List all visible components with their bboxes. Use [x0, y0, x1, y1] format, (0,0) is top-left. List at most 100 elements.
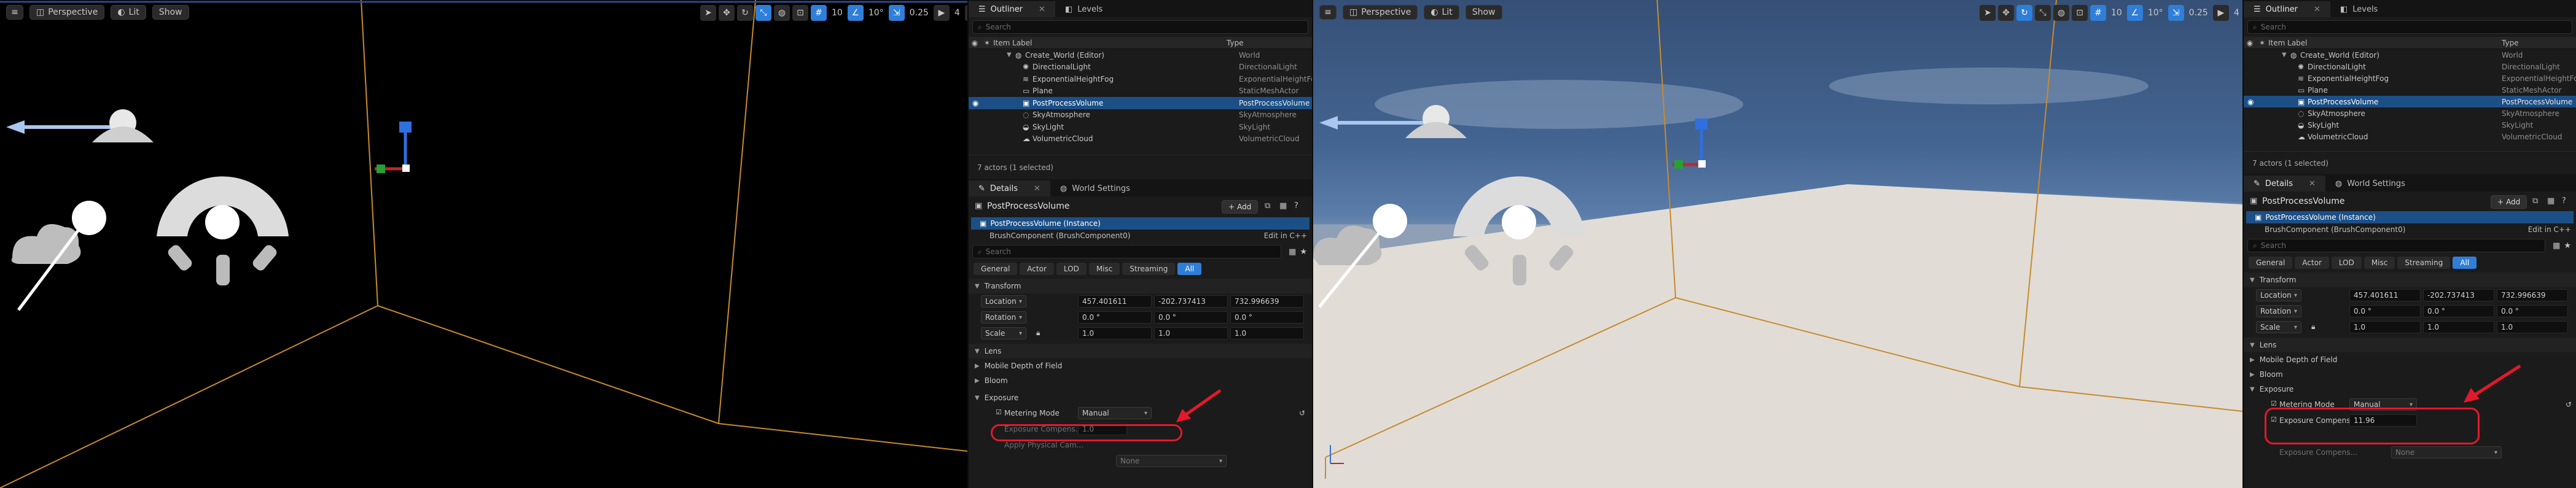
section-bloom[interactable]: ▶ Bloom	[969, 373, 1312, 388]
tree-row[interactable]: ▼ ◍ Create_World (Editor) World	[2244, 49, 2576, 61]
tab-outliner[interactable]: ☰ Outliner ✕	[969, 1, 1055, 17]
viewport-left[interactable]: ≡ ◫ Perspective ◐ Lit Show ➤ ✥ ↻ ⤡ ◍ ⊡ #…	[0, 0, 967, 488]
tree-row[interactable]: ≋ ExponentialHeightFog ExponentialHeight…	[969, 73, 1312, 85]
lock-icon[interactable]: 🔒︎	[2311, 322, 2315, 331]
lit-button[interactable]: ◐ Lit	[1424, 5, 1459, 20]
section-lens[interactable]: ▼ Lens	[969, 344, 1312, 358]
tree-row[interactable]: ▭ Plane StaticMeshActor	[2244, 84, 2576, 96]
close-icon[interactable]: ✕	[1034, 184, 1040, 193]
rotation-x-field[interactable]: 0.0 °	[2349, 305, 2421, 317]
rotation-z-field[interactable]: 0.0 °	[2497, 305, 2568, 317]
curve-dropdown[interactable]: None ▾	[2391, 446, 2502, 459]
column-type[interactable]: Type	[1227, 39, 1244, 47]
actor-name[interactable]: PostProcessVolume	[2262, 196, 2344, 206]
edit-cpp-link[interactable]: Edit in C++	[2528, 225, 2571, 234]
column-type[interactable]: Type	[2502, 39, 2519, 47]
tab-levels[interactable]: ◧ Levels	[2330, 1, 2387, 17]
favorite-icon[interactable]: ★	[2564, 241, 2571, 250]
scale-snap-icon[interactable]: ⇲	[2168, 5, 2184, 21]
tab-outliner[interactable]: ☰ Outliner ✕	[2244, 1, 2330, 17]
tree-row[interactable]: ≋ ExponentialHeightFog ExponentialHeight…	[2244, 72, 2576, 84]
scale-y-field[interactable]: 1.0	[1154, 327, 1228, 339]
tree-row[interactable]: ☁ VolumetricCloud VolumetricCloud	[969, 133, 1312, 145]
world-icon[interactable]: ◍	[774, 5, 790, 21]
rotation-snap-value[interactable]: 10°	[866, 8, 886, 18]
eye-icon[interactable]: ◉	[2247, 98, 2254, 106]
section-lens[interactable]: ▼ Lens	[2244, 338, 2576, 352]
close-icon[interactable]: ✕	[2309, 179, 2316, 188]
visibility-icon[interactable]: ◉	[2244, 39, 2256, 47]
blueprint-icon[interactable]: ⧉	[1265, 201, 1270, 211]
grid-snap-icon[interactable]: #	[811, 5, 827, 21]
lock-icon[interactable]: 🔒︎	[1036, 328, 1040, 338]
category-misc[interactable]: Misc	[2363, 257, 2395, 269]
outliner-search-input[interactable]: ⌕ Search	[972, 20, 1308, 34]
category-actor[interactable]: Actor	[2295, 257, 2329, 269]
viewport-right[interactable]: ≡ ◫ Perspective ◐ Lit Show ➤ ✥ ↻ ⤡ ◍ ⊡ #…	[1313, 0, 2242, 488]
favorite-icon[interactable]: ★	[1300, 247, 1307, 257]
rotation-snap-icon[interactable]: ∠	[847, 5, 864, 21]
component-instance-row[interactable]: ▣ PostProcessVolume (Instance)	[2246, 211, 2574, 223]
blueprint-icon[interactable]: ⧉	[2532, 196, 2538, 206]
camera-speed-value[interactable]: 4	[2231, 8, 2242, 18]
rotation-y-field[interactable]: 0.0 °	[2423, 305, 2494, 317]
section-exposure[interactable]: ▼ Exposure	[969, 390, 1312, 405]
help-icon[interactable]: ?	[2562, 196, 2566, 206]
edit-cpp-link[interactable]: Edit in C++	[1264, 231, 1307, 240]
lit-button[interactable]: ◐ Lit	[111, 5, 146, 20]
scale-snap-icon[interactable]: ⇲	[888, 5, 905, 21]
lock-icon[interactable]: ✶	[981, 39, 993, 47]
tab-world-settings[interactable]: ◍ World Settings	[1050, 180, 1140, 196]
tab-details[interactable]: ✎ Details ✕	[2244, 176, 2325, 192]
category-all[interactable]: All	[2453, 257, 2477, 269]
section-transform[interactable]: ▼ Transform	[969, 279, 1312, 293]
details-search-input[interactable]: ⌕ Search	[972, 245, 1282, 258]
location-x-field[interactable]: 457.401611	[1078, 295, 1152, 308]
select-icon[interactable]: ➤	[1980, 5, 1996, 21]
tree-row[interactable]: ▼ ◍ Create_World (Editor) World	[969, 49, 1312, 61]
world-icon[interactable]: ◍	[2053, 5, 2069, 21]
surface-snap-icon[interactable]: ⊡	[2072, 5, 2088, 21]
column-item-label[interactable]: Item Label	[2268, 39, 2502, 47]
location-y-field[interactable]: -202.737413	[1154, 295, 1228, 308]
section-transform[interactable]: ▼ Transform	[2244, 273, 2576, 287]
curve-dropdown[interactable]: None ▾	[1116, 455, 1227, 467]
perspective-button[interactable]: ◫ Perspective	[29, 5, 105, 20]
rotation-snap-value[interactable]: 10°	[2145, 8, 2166, 18]
tab-levels[interactable]: ◧ Levels	[1055, 1, 1112, 17]
rotate-icon[interactable]: ↻	[2016, 5, 2032, 21]
scale-z-field[interactable]: 1.0	[1230, 327, 1304, 339]
category-general[interactable]: General	[974, 263, 1018, 275]
surface-snap-icon[interactable]: ⊡	[792, 5, 808, 21]
tree-row-selected[interactable]: ◉ ▣ PostProcessVolume PostProcessVolume	[969, 97, 1312, 109]
reset-icon[interactable]: ↺	[1299, 409, 1305, 417]
tree-row[interactable]: ◒ SkyLight SkyLight	[2244, 119, 2576, 131]
category-general[interactable]: General	[2249, 257, 2293, 269]
scale-dropdown[interactable]: Scale ▾	[2256, 321, 2301, 333]
category-lod[interactable]: LOD	[2331, 257, 2362, 269]
category-streaming[interactable]: Streaming	[2397, 257, 2451, 269]
rotation-dropdown[interactable]: Rotation ▾	[2256, 305, 2301, 317]
perspective-button[interactable]: ◫ Perspective	[1343, 5, 1418, 20]
grid-snap-value[interactable]: 10	[2109, 8, 2125, 18]
location-x-field[interactable]: 457.401611	[2349, 289, 2421, 301]
rotation-y-field[interactable]: 0.0 °	[1154, 311, 1228, 323]
layout-icon[interactable]: ▦	[2547, 196, 2555, 206]
scale-x-field[interactable]: 1.0	[2349, 321, 2421, 333]
tree-row[interactable]: ◌ SkyAtmosphere SkyAtmosphere	[969, 109, 1312, 122]
scale-y-field[interactable]: 1.0	[2423, 321, 2494, 333]
tree-row[interactable]: ☁ VolumetricCloud VolumetricCloud	[2244, 131, 2576, 142]
grid-snap-value[interactable]: 10	[829, 8, 845, 18]
column-item-label[interactable]: Item Label	[993, 39, 1227, 47]
component-instance-row[interactable]: ▣ PostProcessVolume (Instance)	[971, 217, 1309, 230]
viewport-menu-button[interactable]: ≡	[1319, 5, 1337, 20]
tree-row[interactable]: ◒ SkyLight SkyLight	[969, 121, 1312, 133]
show-button[interactable]: Show	[1465, 5, 1502, 20]
close-icon[interactable]: ✕	[1039, 5, 1045, 14]
scale-dropdown[interactable]: Scale ▾	[981, 327, 1026, 339]
location-y-field[interactable]: -202.737413	[2423, 289, 2494, 301]
category-actor[interactable]: Actor	[1020, 263, 1054, 275]
category-lod[interactable]: LOD	[1056, 263, 1087, 275]
category-streaming[interactable]: Streaming	[1122, 263, 1176, 275]
add-component-button[interactable]: + Add	[2491, 195, 2527, 209]
